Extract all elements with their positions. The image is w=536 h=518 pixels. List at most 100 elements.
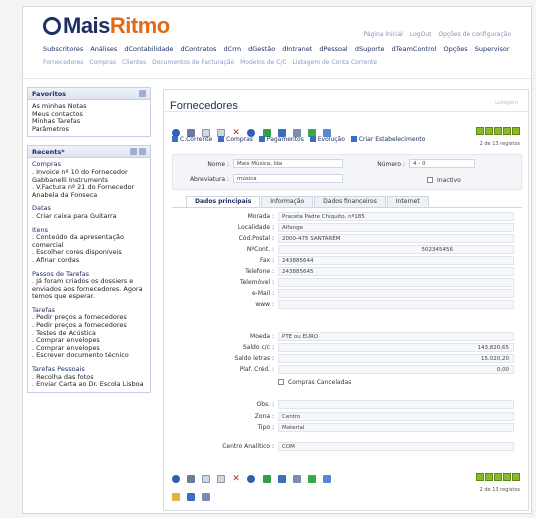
folder-icon[interactable] (172, 492, 180, 501)
subnav-item-documentos[interactable]: Documentos de Facturação (152, 59, 234, 66)
nav-item-contabilidade[interactable]: dContabilidade (124, 45, 173, 53)
next-record-icon[interactable] (494, 473, 502, 481)
subnav-item-modelos[interactable]: Modelos de C/C (240, 59, 287, 66)
ncont-input[interactable]: 502345456 (278, 245, 514, 254)
recent-item[interactable]: . Conteúdo da apresentação comercial (32, 233, 146, 249)
prev-record-icon[interactable] (485, 127, 493, 135)
recent-item[interactable]: . V.Factura nº 21 do Fornecedor Anabela … (32, 183, 146, 199)
recents-list: Compras . Invoice nº 10 do Fornecedor Ga… (28, 158, 150, 391)
morada-input[interactable]: Praceta Padre Chiquito, nº185 (278, 212, 514, 221)
link-pagamentos[interactable]: Pagamentos (258, 136, 304, 143)
obs-input[interactable] (278, 400, 514, 409)
recent-item[interactable]: . Já foram criados os dossiers e enviado… (32, 277, 146, 301)
nav-item-crm[interactable]: dCrm (223, 45, 241, 53)
list-icon[interactable] (512, 127, 520, 135)
link-compras[interactable]: Compras (218, 136, 253, 143)
recent-section: Tarefas Pessoais . Recolha das fotos . E… (32, 365, 146, 389)
refresh-icon[interactable] (130, 148, 137, 156)
nav-item-intranet[interactable]: dIntranet (282, 45, 312, 53)
next-record-icon[interactable] (494, 127, 502, 135)
inactivo-checkbox[interactable] (427, 177, 433, 183)
nav-item-contratos[interactable]: dContratos (181, 45, 217, 53)
copy-icon[interactable] (217, 474, 226, 483)
home-link[interactable]: Página Inicial (364, 31, 403, 38)
export-icon[interactable] (307, 474, 316, 483)
nav-item-pessoal[interactable]: dPessoal (319, 45, 347, 53)
recents-header: Recents* (28, 146, 150, 159)
recent-item[interactable]: . Criar caixa para Guitarra (32, 212, 146, 221)
config-link[interactable]: Opções de configuração (438, 31, 511, 38)
sidebar: Favoritos As minhas Notas Meus contactos… (27, 87, 151, 401)
logo[interactable]: MaisRitmo (43, 13, 170, 39)
link-evolucao[interactable]: Evolução (309, 136, 345, 143)
zona-select[interactable]: Centro (278, 412, 514, 421)
subnav-item-listagem[interactable]: Listagem de Conta Corrente (293, 59, 378, 66)
tab-internet[interactable]: Internet (386, 196, 429, 207)
last-record-icon[interactable] (503, 127, 511, 135)
subnav-item-fornecedores[interactable]: Fornecedores (43, 59, 83, 66)
nav-item-suporte[interactable]: dSuporte (355, 45, 385, 53)
link-criar-estabelecimento[interactable]: Criar Estabelecimento (350, 136, 425, 143)
first-record-icon[interactable] (476, 127, 484, 135)
save-icon[interactable] (277, 474, 286, 483)
navigate-icon[interactable] (172, 474, 180, 483)
field-obs: Obs. : (172, 400, 522, 410)
new-document-icon[interactable] (202, 474, 211, 483)
edit-icon[interactable] (322, 474, 331, 483)
nav-item-supervisor[interactable]: Supervisor (475, 45, 510, 53)
tab-dados-financeiros[interactable]: Dados financeiros (314, 196, 386, 207)
recent-section: Compras . Invoice nº 10 do Fornecedor Ga… (32, 161, 146, 199)
centro-analitico-select[interactable]: COM (278, 442, 514, 451)
print-icon[interactable] (187, 492, 196, 501)
link-ccorrente[interactable]: C.Corrente (172, 136, 212, 143)
nome-field[interactable]: Mais Música, lda (233, 159, 343, 168)
subnav-item-compras[interactable]: Compras (89, 59, 116, 66)
compras-canceladas-checkbox[interactable] (278, 379, 284, 385)
prev-record-icon[interactable] (485, 473, 493, 481)
telefone-input[interactable]: 243885645 (278, 267, 514, 276)
ncont-value: 502345456 (421, 247, 454, 253)
nav-item-subscritores[interactable]: Subscritores (43, 45, 83, 53)
plaf-cred-input[interactable]: 0,00 (278, 365, 514, 374)
numero-field[interactable]: 4 - 0 (409, 159, 475, 168)
attach-icon[interactable] (202, 492, 211, 501)
favorite-item[interactable]: Parâmetros (32, 125, 146, 134)
fax-input[interactable]: 243885644 (278, 256, 514, 265)
nav-item-analises[interactable]: Análises (90, 45, 117, 53)
list-icon[interactable] (512, 473, 520, 481)
collapse-icon[interactable] (139, 90, 146, 97)
collapse-icon[interactable] (139, 148, 146, 156)
search-icon[interactable] (187, 474, 196, 483)
www-input[interactable] (278, 300, 514, 309)
tab-informacao[interactable]: Informação (261, 196, 314, 207)
subnav-item-clientes[interactable]: Clientes (122, 59, 146, 66)
recent-item[interactable]: . Enviar Carta ao Dr. Escola Lisboa (32, 381, 146, 389)
tipo-select[interactable]: Material (278, 423, 514, 432)
email-input[interactable] (278, 289, 514, 298)
recent-section: Tarefas . Pedir preços a fornecedores . … (32, 306, 146, 360)
nav-item-opcoes[interactable]: Opções (444, 45, 468, 53)
supplier-form: Morada : Praceta Padre Chiquito, nº185 L… (172, 207, 522, 457)
filter-icon[interactable] (292, 474, 301, 483)
nav-item-teamcontrol[interactable]: dTeamControl (392, 45, 437, 53)
recent-item[interactable]: . Escrever documento técnico (32, 352, 146, 360)
last-record-icon[interactable] (503, 473, 511, 481)
listagem-link[interactable]: Listagem (495, 100, 518, 106)
nome-label: Nome : (207, 161, 229, 168)
logout-link[interactable]: LogOut (410, 31, 432, 38)
localidade-input[interactable]: Alfange (278, 223, 514, 232)
first-record-icon[interactable] (476, 473, 484, 481)
abreviatura-field[interactable]: música (233, 174, 343, 183)
delete-icon[interactable]: ✕ (232, 474, 240, 483)
cod-postal-input[interactable]: 2000-475 SANTARÉM (278, 234, 514, 243)
recent-item[interactable]: . Afinar cordas (32, 256, 146, 265)
refresh-icon[interactable] (247, 474, 256, 483)
telemovel-input[interactable] (278, 278, 514, 287)
app-window: MaisRitmo Página Inicial LogOut Opções d… (22, 6, 532, 514)
bottom-pager: 2 de 13 registos (475, 466, 520, 493)
recent-item[interactable]: . Invoice nº 10 do Fornecedor Gabbanelli… (32, 168, 146, 184)
moeda-select[interactable]: PTE ou EURO (278, 332, 514, 341)
tab-dados-principais[interactable]: Dados principais (186, 196, 261, 207)
nav-item-gestao[interactable]: dGestão (248, 45, 275, 53)
confirm-icon[interactable] (262, 474, 271, 483)
